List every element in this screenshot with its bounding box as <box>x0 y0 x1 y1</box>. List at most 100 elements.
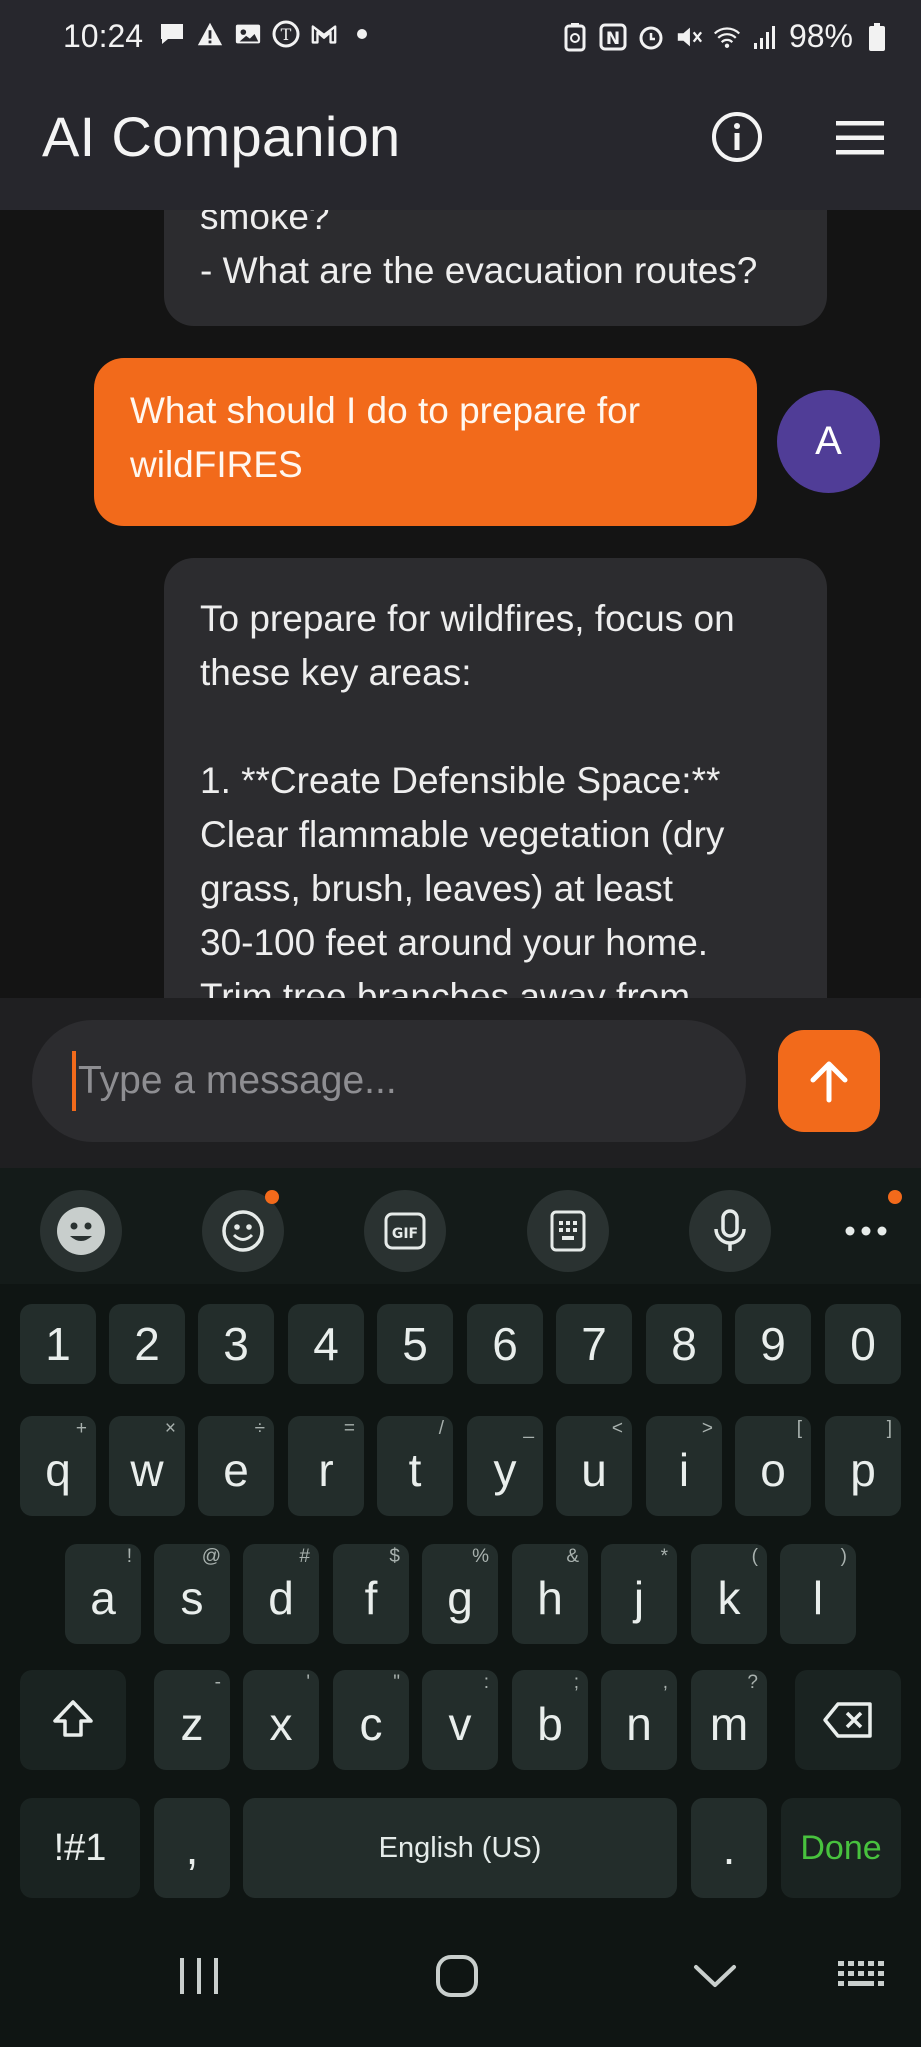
key-l[interactable]: ) l <box>780 1544 856 1644</box>
key-t[interactable]: / t <box>377 1416 453 1516</box>
back-chevron-icon <box>694 1965 736 1987</box>
gif-icon: GIF <box>384 1212 426 1250</box>
key-1[interactable]: 1 <box>20 1304 96 1384</box>
space-key[interactable]: English (US) <box>243 1798 677 1898</box>
key-alt-char: " <box>393 1672 400 1693</box>
key-char: c <box>359 1698 383 1750</box>
key-c[interactable]: " c <box>333 1670 409 1770</box>
message-line: - What are the evacuation routes? <box>200 250 758 291</box>
menu-button[interactable] <box>834 118 886 158</box>
symbols-label: !#1 <box>53 1826 107 1869</box>
done-key[interactable]: Done <box>781 1798 901 1898</box>
nfc-icon: N <box>599 23 627 51</box>
key-char: s <box>180 1572 204 1624</box>
emoji-button[interactable] <box>40 1190 122 1272</box>
send-button[interactable] <box>778 1030 880 1132</box>
symbols-key[interactable]: !#1 <box>20 1798 140 1898</box>
key-alt-char: ! <box>126 1546 132 1567</box>
key-char: l <box>812 1572 824 1624</box>
key-z[interactable]: -z <box>154 1670 230 1770</box>
shift-key[interactable] <box>20 1670 126 1770</box>
key-q[interactable]: + q <box>20 1416 96 1516</box>
key-9[interactable]: 9 <box>735 1304 811 1384</box>
navigation-bar <box>0 1908 921 2047</box>
key-s[interactable]: @ s <box>154 1544 230 1644</box>
key-4[interactable]: 4 <box>288 1304 364 1384</box>
key-alt-char: [ <box>796 1418 802 1439</box>
key-alt-char: ( <box>751 1546 758 1567</box>
key-r[interactable]: = r <box>288 1416 364 1516</box>
backspace-key[interactable] <box>795 1670 901 1770</box>
key-3[interactable]: 3 <box>198 1304 274 1384</box>
message-line: wildFIRES <box>130 444 303 485</box>
key-alt-char: ? <box>747 1672 758 1693</box>
message-line: 30-100 feet around your home. <box>200 922 709 963</box>
message-line: To prepare for wildfires, focus on <box>200 598 735 639</box>
chat-icon <box>158 20 186 48</box>
comma-key[interactable]: , <box>154 1798 230 1898</box>
key-a[interactable]: ! a <box>65 1544 141 1644</box>
chat-area[interactable]: smoke? - What are the evacuation routes?… <box>0 210 921 998</box>
key-f[interactable]: $ f <box>333 1544 409 1644</box>
key-h[interactable]: & h <box>512 1544 588 1644</box>
app-title: AI Companion <box>42 105 401 168</box>
key-5[interactable]: 5 <box>377 1304 453 1384</box>
gif-button[interactable]: GIF <box>364 1190 446 1272</box>
svg-text:GIF: GIF <box>392 1226 418 1242</box>
key-b[interactable]: ; b <box>512 1670 588 1770</box>
voice-input-button[interactable] <box>689 1190 771 1272</box>
key-alt-char: × <box>164 1418 176 1439</box>
key-j[interactable]: * j <box>601 1544 677 1644</box>
message-line: grass, brush, leaves) at least <box>200 868 673 909</box>
key-d[interactable]: # d <box>243 1544 319 1644</box>
key-w[interactable]: × w <box>109 1416 185 1516</box>
key-m[interactable]: ? m <box>691 1670 767 1770</box>
keyboard-toolbar: GIF <box>0 1168 921 1284</box>
text-caret <box>72 1051 76 1111</box>
key-y[interactable]: _ y <box>467 1416 543 1516</box>
key-char: t <box>408 1444 422 1496</box>
home-icon <box>436 1955 478 1997</box>
key-char: b <box>537 1698 563 1750</box>
key-p[interactable]: ] p <box>825 1416 901 1516</box>
assistant-message: To prepare for wildfires, focus on these… <box>164 558 827 998</box>
key-alt-char: ] <box>886 1418 892 1439</box>
key-char: v <box>448 1698 472 1750</box>
message-line: 1. **Create Defensible Space:** <box>200 760 721 801</box>
key-v[interactable]: :v <box>422 1670 498 1770</box>
key-k[interactable]: (k <box>691 1544 767 1644</box>
keyboard-switch-button[interactable] <box>826 1946 896 2006</box>
notification-dot <box>265 1190 279 1204</box>
key-g[interactable]: % g <box>422 1544 498 1644</box>
key-u[interactable]: < u <box>556 1416 632 1516</box>
key-n[interactable]: ,n <box>601 1670 677 1770</box>
recents-button[interactable] <box>164 1946 234 2006</box>
key-0[interactable]: 0 <box>825 1304 901 1384</box>
back-button[interactable] <box>680 1946 750 2006</box>
key-o[interactable]: [o <box>735 1416 811 1516</box>
svg-text:T: T <box>281 25 292 44</box>
key-7[interactable]: 7 <box>556 1304 632 1384</box>
key-6[interactable]: 6 <box>467 1304 543 1384</box>
key-x[interactable]: ' x <box>243 1670 319 1770</box>
clipboard-button[interactable] <box>527 1190 609 1272</box>
home-button[interactable] <box>422 1946 492 2006</box>
key-8[interactable]: 8 <box>646 1304 722 1384</box>
arrow-up-icon <box>810 1061 848 1103</box>
key-char: f <box>364 1572 378 1624</box>
key-2[interactable]: 2 <box>109 1304 185 1384</box>
period-key[interactable]: . <box>691 1798 767 1898</box>
key-char: e <box>223 1444 249 1496</box>
key-char: o <box>760 1444 786 1496</box>
battery-percent: 98% <box>788 18 853 54</box>
key-char: u <box>581 1444 607 1496</box>
keyboard-switch-icon <box>838 1961 884 1986</box>
microphone-icon <box>714 1209 746 1251</box>
message-input[interactable]: Type a message... <box>32 1020 746 1142</box>
more-icon <box>845 1226 887 1236</box>
mute-icon <box>675 23 703 51</box>
key-e[interactable]: ÷ e <box>198 1416 274 1516</box>
key-alt-char: * <box>660 1546 668 1567</box>
info-button[interactable] <box>710 110 764 164</box>
key-i[interactable]: > i <box>646 1416 722 1516</box>
